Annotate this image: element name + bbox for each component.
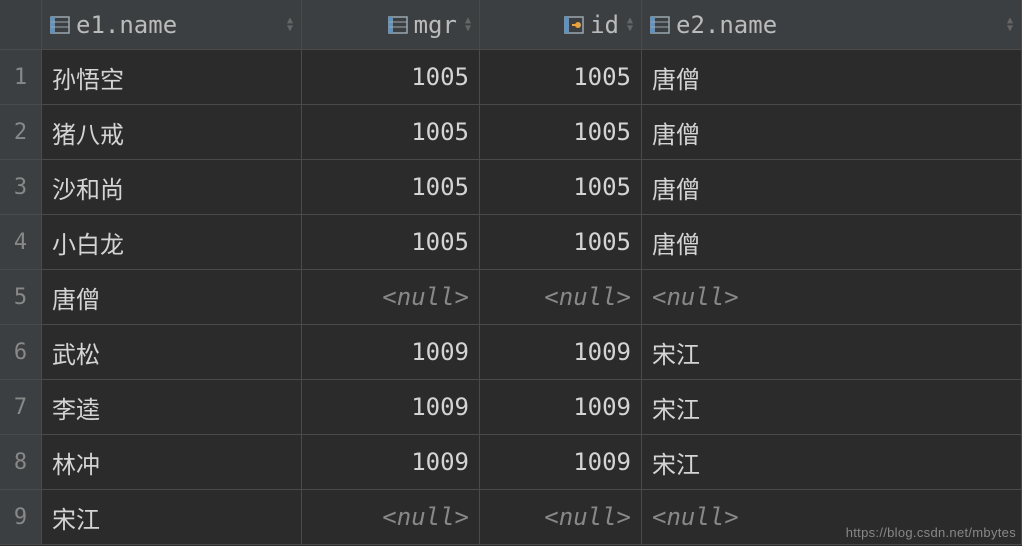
cell-e1name[interactable]: 宋江 — [42, 490, 302, 544]
cell-id[interactable]: 1009 — [480, 380, 642, 434]
cell-e1name[interactable]: 林冲 — [42, 435, 302, 489]
column-header-mgr[interactable]: mgr ▲▼ — [302, 0, 480, 49]
cell-id[interactable]: <null> — [480, 270, 642, 324]
column-label: id — [590, 11, 619, 39]
row-number: 7 — [0, 380, 42, 434]
table-row[interactable]: 8林冲10091009宋江 — [0, 435, 1022, 490]
cell-mgr[interactable]: 1009 — [302, 380, 480, 434]
table-col-icon — [388, 16, 408, 34]
cell-mgr[interactable]: 1005 — [302, 160, 480, 214]
table-row[interactable]: 7李逵10091009宋江 — [0, 380, 1022, 435]
row-number: 8 — [0, 435, 42, 489]
cell-e2name[interactable]: 唐僧 — [642, 160, 1022, 214]
sort-icon: ▲▼ — [627, 17, 633, 32]
watermark: https://blog.csdn.net/mbytes — [846, 525, 1016, 540]
cell-e2name[interactable]: 唐僧 — [642, 215, 1022, 269]
cell-id[interactable]: 1005 — [480, 50, 642, 104]
cell-id[interactable]: <null> — [480, 490, 642, 544]
cell-e2name[interactable]: 宋江 — [642, 435, 1022, 489]
table-row[interactable]: 5唐僧<null><null><null> — [0, 270, 1022, 325]
table-row[interactable]: 4小白龙10051005唐僧 — [0, 215, 1022, 270]
rows-container: 1孙悟空10051005唐僧2猪八戒10051005唐僧3沙和尚10051005… — [0, 50, 1022, 545]
row-number: 1 — [0, 50, 42, 104]
row-number: 2 — [0, 105, 42, 159]
cell-mgr[interactable]: <null> — [302, 270, 480, 324]
cell-mgr[interactable]: 1005 — [302, 50, 480, 104]
sort-icon: ▲▼ — [287, 17, 293, 32]
cell-e1name[interactable]: 猪八戒 — [42, 105, 302, 159]
column-label: mgr — [414, 11, 457, 39]
table-col-icon — [50, 16, 70, 34]
cell-mgr[interactable]: 1005 — [302, 105, 480, 159]
table-col-icon — [650, 16, 670, 34]
cell-e2name[interactable]: 宋江 — [642, 380, 1022, 434]
row-number: 3 — [0, 160, 42, 214]
cell-e2name[interactable]: 唐僧 — [642, 105, 1022, 159]
sort-icon: ▲▼ — [465, 17, 471, 32]
cell-e1name[interactable]: 唐僧 — [42, 270, 302, 324]
key-col-icon — [564, 16, 584, 34]
row-number: 9 — [0, 490, 42, 544]
cell-id[interactable]: 1005 — [480, 160, 642, 214]
sort-icon: ▲▼ — [1007, 17, 1013, 32]
cell-e1name[interactable]: 孙悟空 — [42, 50, 302, 104]
cell-id[interactable]: 1009 — [480, 325, 642, 379]
header-row: e1.name ▲▼ mgr ▲▼ id ▲▼ — [0, 0, 1022, 50]
data-grid: e1.name ▲▼ mgr ▲▼ id ▲▼ — [0, 0, 1022, 546]
table-row[interactable]: 6武松10091009宋江 — [0, 325, 1022, 380]
cell-e2name[interactable]: 宋江 — [642, 325, 1022, 379]
table-row[interactable]: 1孙悟空10051005唐僧 — [0, 50, 1022, 105]
table-row[interactable]: 2猪八戒10051005唐僧 — [0, 105, 1022, 160]
cell-id[interactable]: 1005 — [480, 215, 642, 269]
cell-e2name[interactable]: <null> — [642, 270, 1022, 324]
cell-e2name[interactable]: 唐僧 — [642, 50, 1022, 104]
cell-id[interactable]: 1005 — [480, 105, 642, 159]
row-number: 5 — [0, 270, 42, 324]
cell-mgr[interactable]: 1009 — [302, 325, 480, 379]
cell-e1name[interactable]: 小白龙 — [42, 215, 302, 269]
row-number-header — [0, 0, 42, 49]
column-header-e1name[interactable]: e1.name ▲▼ — [42, 0, 302, 49]
row-number: 6 — [0, 325, 42, 379]
cell-mgr[interactable]: 1005 — [302, 215, 480, 269]
column-label: e2.name — [676, 11, 777, 39]
cell-e1name[interactable]: 李逵 — [42, 380, 302, 434]
cell-mgr[interactable]: <null> — [302, 490, 480, 544]
row-number: 4 — [0, 215, 42, 269]
cell-mgr[interactable]: 1009 — [302, 435, 480, 489]
cell-e1name[interactable]: 武松 — [42, 325, 302, 379]
column-label: e1.name — [76, 11, 177, 39]
column-header-e2name[interactable]: e2.name ▲▼ — [642, 0, 1022, 49]
cell-id[interactable]: 1009 — [480, 435, 642, 489]
cell-e1name[interactable]: 沙和尚 — [42, 160, 302, 214]
column-header-id[interactable]: id ▲▼ — [480, 0, 642, 49]
table-row[interactable]: 3沙和尚10051005唐僧 — [0, 160, 1022, 215]
